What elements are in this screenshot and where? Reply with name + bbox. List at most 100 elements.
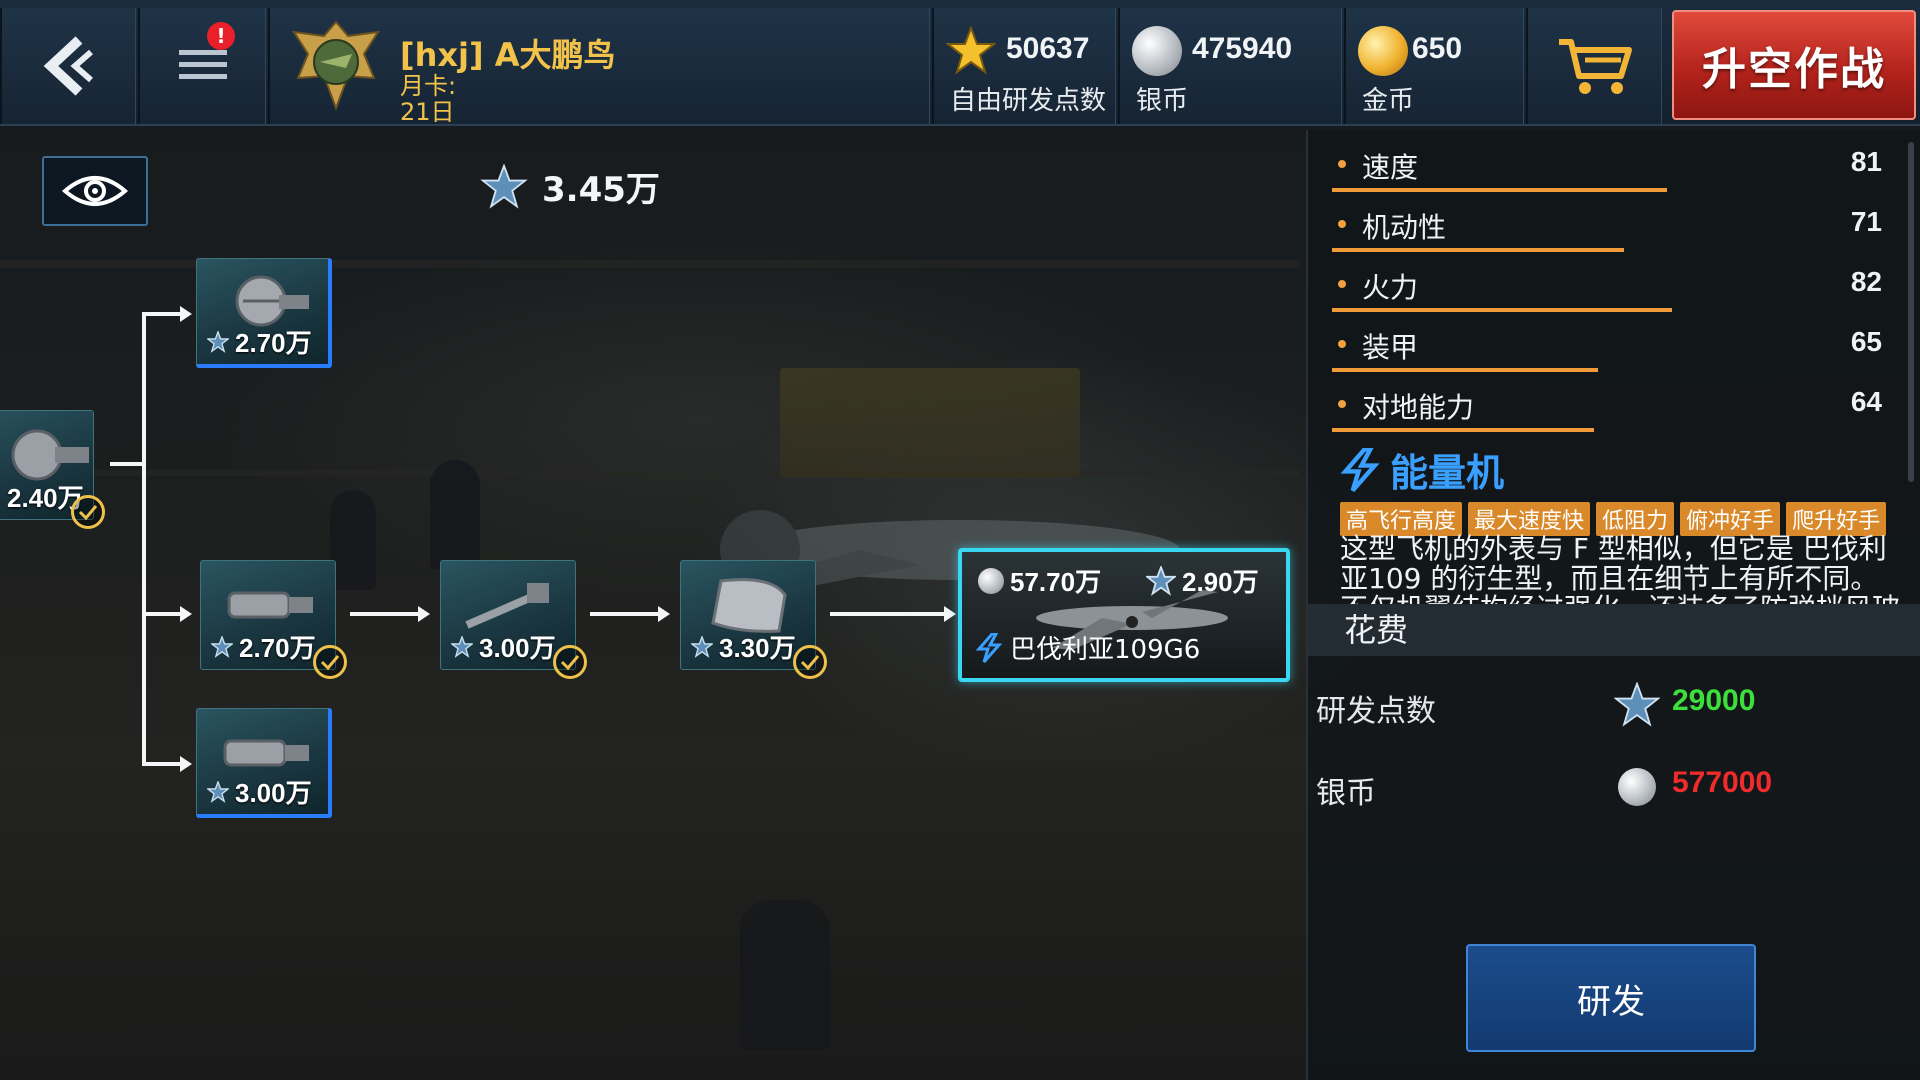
- connector-line: [350, 612, 420, 616]
- upgrade-node-engine-root[interactable]: 2.40万: [0, 410, 105, 529]
- total-research-points: 3.45万: [480, 162, 660, 211]
- stat-bar: [1332, 248, 1624, 252]
- trait-tag: 低阻力: [1596, 502, 1675, 536]
- aircraft-silver-cost-value: 57.70万: [1010, 567, 1102, 597]
- free-research-label: 自由研发点数: [950, 86, 1107, 116]
- research-star-icon: [1614, 682, 1660, 727]
- node-cost: 2.70万: [211, 628, 316, 665]
- arrow-right-icon: [180, 756, 192, 772]
- hangar-beam: [0, 260, 1300, 268]
- aircraft-point-cost: 2.90万: [1146, 562, 1259, 599]
- hangar-mechanic: [740, 900, 830, 1050]
- armor-plate-icon: [711, 578, 787, 633]
- trait-tag: 高飞行高度: [1340, 502, 1463, 536]
- bullet-icon: [1338, 160, 1346, 168]
- arrow-right-icon: [658, 606, 670, 622]
- top-bar: ! [hxj] A大鹏鸟 月卡: 21日 50637 自由研发点数 475940…: [0, 0, 1920, 126]
- arrow-right-icon: [180, 606, 192, 622]
- checkmark-icon: [71, 495, 105, 529]
- connector-line: [142, 312, 146, 766]
- research-star-icon: [691, 635, 713, 658]
- checkmark-icon: [793, 645, 827, 679]
- bullet-icon: [1338, 400, 1346, 408]
- eye-icon: [62, 176, 128, 206]
- stat-name: 速度: [1362, 151, 1419, 184]
- upgrade-node-armor[interactable]: 3.30万: [680, 560, 827, 679]
- hangar-crate: [780, 368, 1080, 478]
- aircraft-info-panel: 速度 81 机动性 71 火力 82 装甲 65 对地能力 64 能量机 高飞行…: [1306, 130, 1920, 1080]
- back-button[interactable]: [0, 8, 136, 124]
- silver-balance: 475940 银币: [1118, 8, 1342, 124]
- monthly-card-value: 21日: [400, 98, 455, 126]
- stat-value: 64: [1850, 386, 1882, 417]
- stat-bar: [1332, 368, 1598, 372]
- node-cost-value: 3.00万: [235, 778, 312, 808]
- upgrade-node-engine-bottom[interactable]: 3.00万: [196, 708, 332, 818]
- research-button[interactable]: 研发: [1466, 944, 1756, 1052]
- connector-line: [142, 762, 182, 766]
- research-star-icon: [211, 635, 233, 658]
- aircraft-type-label: 能量机: [1390, 451, 1505, 495]
- research-star-icon: [207, 780, 229, 803]
- node-cost-value: 2.70万: [239, 633, 316, 663]
- bullet-icon: [1338, 340, 1346, 348]
- connector-line: [830, 612, 946, 616]
- upgrade-node-cannon[interactable]: 3.00万: [440, 560, 587, 679]
- stat-name: 对地能力: [1362, 391, 1475, 424]
- stat-name: 火力: [1362, 271, 1419, 304]
- monthly-card-label: 月卡:: [400, 72, 457, 100]
- silver-coin-icon: [1132, 26, 1182, 76]
- cost-value: 577000: [1672, 766, 1773, 799]
- cost-silver: 银币 577000: [1316, 762, 1916, 812]
- node-cost-value: 2.70万: [235, 328, 312, 358]
- view-toggle-button[interactable]: [42, 156, 148, 226]
- connector-line: [142, 312, 182, 316]
- connector-line: [142, 612, 182, 616]
- node-cost: 3.30万: [691, 628, 796, 665]
- back-arrow-icon: [43, 36, 93, 96]
- player-profile[interactable]: [hxj] A大鹏鸟 月卡: 21日: [268, 8, 930, 124]
- shop-cart-button[interactable]: [1526, 8, 1662, 124]
- hangar-mechanic: [430, 460, 480, 570]
- aircraft-point-cost-value: 2.90万: [1182, 567, 1259, 597]
- cost-research-points: 研发点数 29000: [1316, 680, 1916, 730]
- bullet-icon: [1338, 220, 1346, 228]
- silver-coin-icon: [978, 567, 1004, 594]
- stat-value: 82: [1850, 266, 1882, 297]
- research-star-icon: [1146, 565, 1176, 596]
- energy-type-icon: [976, 632, 1002, 663]
- node-cost: 2.70万: [207, 323, 312, 360]
- total-research-value: 3.45万: [542, 170, 660, 210]
- panel-scrollbar[interactable]: [1908, 142, 1914, 482]
- rank-emblem-icon: [292, 20, 380, 111]
- energy-type-icon: [1340, 447, 1380, 492]
- launch-battle-button[interactable]: 升空作战: [1672, 10, 1916, 120]
- gold-coin-icon: [1358, 26, 1408, 76]
- stat-value: 81: [1850, 146, 1882, 177]
- silver-coin-icon: [1618, 768, 1656, 806]
- bullet-icon: [1338, 280, 1346, 288]
- trait-tag: 最大速度快: [1468, 502, 1591, 536]
- connector-line: [110, 462, 146, 466]
- upgrade-node-engine-mid[interactable]: 2.70万: [200, 560, 347, 679]
- cost-label: 银币: [1316, 776, 1376, 811]
- gold-star-icon: [946, 26, 996, 75]
- engine-part-icon: [11, 429, 89, 481]
- checkmark-icon: [313, 645, 347, 679]
- trait-tag: 爬升好手: [1786, 502, 1887, 536]
- stat-row-firepower: 火力 82: [1332, 254, 1892, 314]
- upgrade-node-engine-top[interactable]: 2.70万: [196, 258, 332, 368]
- stat-row-speed: 速度 81: [1332, 134, 1892, 194]
- free-research-points: 50637 自由研发点数: [932, 8, 1116, 124]
- aircraft-name: 巴伐利亚109G6: [976, 629, 1200, 666]
- cost-label: 研发点数: [1316, 694, 1436, 729]
- cart-icon: [1558, 39, 1632, 94]
- free-research-value: 50637: [1006, 32, 1090, 65]
- gold-label: 金币: [1362, 86, 1415, 116]
- aircraft-name-text: 巴伐利亚109G6: [1010, 635, 1201, 665]
- engine-part-icon: [227, 591, 313, 619]
- menu-button[interactable]: !: [138, 8, 266, 124]
- cost-section-header: 花费: [1308, 604, 1920, 656]
- aircraft-node-selected[interactable]: 57.70万 2.90万 巴伐利亚109G6: [958, 548, 1290, 682]
- research-star-icon: [480, 163, 528, 209]
